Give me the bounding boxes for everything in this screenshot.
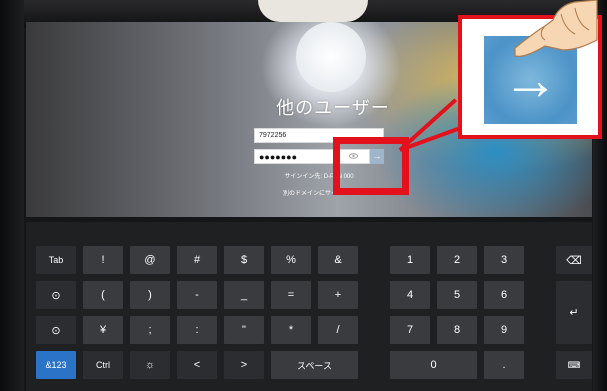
page-title: 他のユーザー (276, 98, 390, 118)
key-1[interactable]: 1 (390, 246, 430, 274)
device-frame: 他のユーザー 7972256 ●●●●●●● → サインイン先: D-PAN 0… (0, 0, 607, 391)
key-5[interactable]: 5 (437, 281, 477, 309)
chevron-left-icon: < (193, 359, 201, 371)
key-right-arrow[interactable]: > (224, 351, 264, 379)
key-4[interactable]: 4 (390, 281, 430, 309)
circle-icon: ⊙ (51, 289, 61, 302)
key-dollar[interactable]: $ (224, 246, 264, 274)
key-percent[interactable]: % (271, 246, 311, 274)
backspace-key[interactable]: ⌫ (556, 246, 592, 274)
key-2[interactable]: 2 (437, 246, 477, 274)
key-left-arrow[interactable]: < (177, 351, 217, 379)
key-plus[interactable]: + (318, 281, 358, 309)
circle-icon: ⊙ (51, 324, 61, 337)
sun-icon: ☼ (144, 359, 156, 371)
on-screen-keyboard: Tab ! @ # $ % & 1 2 3 ⌫ ⊙ ( ) - _ = + 4 … (26, 222, 592, 391)
keyboard-toggle-key[interactable]: ⌨ (556, 351, 592, 379)
chevron-right-icon: > (240, 359, 248, 371)
enter-key[interactable]: ↵ (556, 281, 592, 344)
pointing-finger-icon (514, 0, 598, 57)
key-asterisk[interactable]: * (271, 316, 311, 344)
key-0[interactable]: 0 (390, 351, 477, 379)
key-minus[interactable]: - (177, 281, 217, 309)
key-semicolon[interactable]: ; (130, 316, 170, 344)
key-yen[interactable]: ¥ (83, 316, 123, 344)
enter-icon: ↵ (569, 307, 579, 319)
bezel-left (0, 0, 24, 391)
key-quote[interactable]: " (224, 316, 264, 344)
highlight-box (333, 137, 409, 195)
key-dictation[interactable]: ⊙ (36, 281, 76, 309)
key-6[interactable]: 6 (484, 281, 524, 309)
key-emoji[interactable]: ⊙ (36, 316, 76, 344)
key-at[interactable]: @ (130, 246, 170, 274)
key-hash[interactable]: # (177, 246, 217, 274)
key-period[interactable]: . (484, 351, 524, 379)
key-right-paren[interactable]: ) (130, 281, 170, 309)
key-7[interactable]: 7 (390, 316, 430, 344)
key-brightness[interactable]: ☼ (130, 351, 170, 379)
key-3[interactable]: 3 (484, 246, 524, 274)
device-notch (258, 0, 368, 22)
key-left-paren[interactable]: ( (83, 281, 123, 309)
key-slash[interactable]: / (318, 316, 358, 344)
user-avatar (296, 22, 366, 92)
key-8[interactable]: 8 (437, 316, 477, 344)
key-space[interactable]: スペース (271, 351, 358, 379)
key-ampersand[interactable]: & (318, 246, 358, 274)
backspace-icon: ⌫ (566, 254, 582, 267)
key-9[interactable]: 9 (484, 316, 524, 344)
key-tab[interactable]: Tab (36, 246, 76, 274)
key-underscore[interactable]: _ (224, 281, 264, 309)
key-equals[interactable]: = (271, 281, 311, 309)
key-symbols-toggle[interactable]: &123 (36, 351, 76, 379)
keyboard-icon: ⌨ (567, 359, 581, 370)
key-exclamation[interactable]: ! (83, 246, 123, 274)
key-colon[interactable]: : (177, 316, 217, 344)
key-ctrl[interactable]: Ctrl (83, 351, 123, 379)
